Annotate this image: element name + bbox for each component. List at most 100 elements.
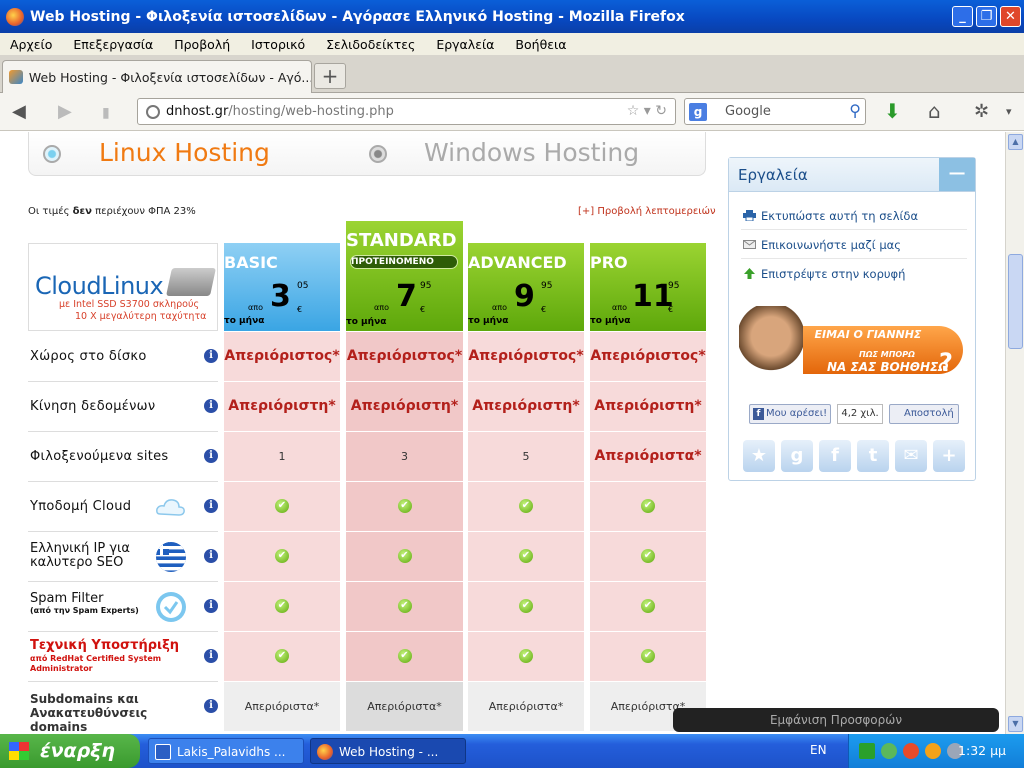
help-promo-banner[interactable]: ΕΙΜΑΙ Ο ΓΙΑΝΝΗΣ ΠΩΣ ΜΠΟΡΩ ΝΑ ΣΑΣ ΒΟΗΘΗΣΩ… — [739, 306, 967, 382]
facebook-send-button[interactable]: Αποστολή — [889, 404, 959, 424]
price-period: το μήνα — [346, 317, 387, 327]
plan-basic-header[interactable]: BASIC απο 3 05 € το μήνα — [224, 243, 340, 331]
linux-radio-icon[interactable] — [43, 145, 61, 163]
scroll-down-icon[interactable]: ▼ — [1008, 716, 1023, 732]
price-integer: 7 — [396, 279, 417, 314]
info-icon[interactable]: i — [204, 399, 218, 413]
favorite-star-icon[interactable]: ★ — [743, 440, 775, 472]
browser-tab[interactable]: Web Hosting - Φιλοξενία ιστοσελίδων - Αγ… — [2, 60, 312, 93]
print-page-link[interactable]: Εκτυπώστε αυτή τη σελίδα — [741, 202, 967, 230]
check-icon: ✔ — [641, 649, 655, 663]
cell-value: Απεριόριστα* — [346, 682, 463, 731]
cell-value: Απεριόριστη* — [346, 382, 463, 431]
info-icon[interactable]: i — [204, 649, 218, 663]
row-cloud: Υποδομή Cloud i ✔ ✔ ✔ ✔ — [28, 482, 708, 532]
check-icon: ✔ — [275, 499, 289, 513]
details-link[interactable]: [+] Προβολή λεπτομερειών — [578, 206, 716, 217]
back-to-top-link[interactable]: Επιστρέψτε στην κορυφή — [741, 260, 967, 288]
menu-chevron-down-icon[interactable]: ▾ — [1006, 105, 1012, 118]
menu-view[interactable]: Προβολή — [174, 37, 230, 52]
taskbar-item-word[interactable]: Lakis_Palavidhs ... — [148, 738, 304, 764]
search-input[interactable]: g Google ⚲ — [684, 98, 866, 125]
new-tab-button[interactable]: + — [314, 63, 346, 89]
start-button[interactable]: έναρξη — [0, 734, 140, 768]
check-icon: ✔ — [397, 549, 412, 563]
menu-help[interactable]: Βοήθεια — [515, 37, 566, 52]
vertical-scrollbar[interactable]: ▲ ▼ — [1005, 132, 1024, 734]
google-plus-icon[interactable]: g — [781, 440, 813, 472]
tray-network-icon[interactable] — [881, 743, 897, 759]
facebook-like-button[interactable]: Μου αρέσει! — [749, 404, 831, 424]
tab-windows-hosting[interactable]: Windows Hosting — [424, 138, 639, 167]
check-icon: ✔ — [519, 499, 533, 513]
check-icon: ✔ — [397, 649, 412, 663]
tray-update-icon[interactable] — [925, 743, 941, 759]
check-icon: ✔ — [641, 549, 655, 563]
menu-bookmarks[interactable]: Σελιδοδείκτες — [326, 37, 415, 52]
taskbar-item-firefox[interactable]: Web Hosting - ... — [310, 738, 466, 764]
plan-advanced-header[interactable]: ADVANCED απο 9 95 € το μήνα — [468, 243, 584, 331]
info-icon[interactable]: i — [204, 599, 218, 613]
twitter-icon[interactable]: t — [857, 440, 889, 472]
printer-icon — [743, 210, 756, 221]
menu-file[interactable]: Αρχείο — [10, 37, 52, 52]
maximize-button[interactable]: ❐ — [976, 6, 997, 27]
spam-filter-icon — [156, 592, 186, 622]
price-from: απο — [248, 303, 263, 312]
price-decimal: 95 — [541, 281, 553, 291]
plan-pro-header[interactable]: PRO απο 11 95 € το μήνα — [590, 243, 706, 331]
tray-antivirus-icon[interactable] — [903, 743, 919, 759]
addon-icon[interactable]: ✲ — [974, 101, 989, 122]
check-icon: ✔ — [519, 549, 533, 563]
tab-linux-hosting[interactable]: Linux Hosting — [99, 138, 270, 167]
cell-value: Απεριόριστος* — [590, 332, 706, 381]
check-icon: ✔ — [397, 599, 412, 613]
url-bar[interactable]: dnhost.gr/hosting/web-hosting.php ☆ ▾ ↻ — [137, 98, 676, 125]
plan-name: BASIC — [224, 253, 278, 272]
price-decimal: 05 — [297, 281, 309, 291]
menu-edit[interactable]: Επεξεργασία — [73, 37, 153, 52]
price-currency: € — [668, 305, 674, 314]
navigation-bar: ◀ ▶ ▮ dnhost.gr/hosting/web-hosting.php … — [0, 93, 1024, 131]
download-arrow-icon[interactable]: ⬇ — [884, 99, 901, 123]
check-icon: ✔ — [397, 499, 412, 513]
menu-history[interactable]: Ιστορικό — [251, 37, 305, 52]
info-icon[interactable]: i — [204, 699, 218, 713]
contact-link[interactable]: Επικοινωνήστε μαζί μας — [741, 231, 967, 259]
cloudlinux-speed-line: 10 X μεγαλύτερη ταχύτητα — [75, 311, 207, 322]
forward-arrow-icon[interactable]: ▶ — [58, 101, 72, 122]
facebook-icon[interactable]: f — [819, 440, 851, 472]
row-disk-space: Χώρος στο δίσκο i Απεριόριστος* Απεριόρι… — [28, 332, 708, 382]
windows-radio-icon[interactable] — [369, 145, 387, 163]
show-offers-bar[interactable]: Εμφάνιση Προσφορών — [673, 708, 999, 732]
avatar — [739, 306, 803, 382]
info-icon[interactable]: i — [204, 449, 218, 463]
menu-tools[interactable]: Εργαλεία — [436, 37, 494, 52]
email-icon[interactable]: ✉ — [895, 440, 927, 472]
row-sublabel: από RedHat Certified System Administrato… — [30, 654, 162, 673]
scroll-thumb[interactable] — [1008, 254, 1023, 349]
cell-check: ✔ — [224, 632, 340, 681]
cloud-icon — [156, 499, 185, 516]
cell-check: ✔ — [468, 532, 584, 581]
info-icon[interactable]: i — [204, 499, 218, 513]
close-button[interactable]: ✕ — [1000, 6, 1021, 27]
info-icon[interactable]: i — [204, 349, 218, 363]
google-icon[interactable]: g — [689, 103, 707, 121]
language-indicator[interactable]: EN — [810, 743, 827, 757]
info-icon[interactable]: i — [204, 549, 218, 563]
cell-check: ✔ — [468, 582, 584, 631]
search-icon[interactable]: ⚲ — [849, 101, 861, 120]
scroll-up-icon[interactable]: ▲ — [1008, 134, 1023, 150]
collapse-button[interactable]: − — [939, 158, 975, 191]
bookmark-star-icon[interactable]: ☆ ▾ ↻ — [627, 103, 667, 119]
home-icon[interactable]: ⌂ — [928, 99, 941, 123]
back-arrow-icon[interactable]: ◀ — [12, 101, 26, 122]
greek-flag-icon — [156, 542, 186, 572]
minimize-button[interactable]: _ — [952, 6, 973, 27]
tray-green-icon[interactable] — [859, 743, 875, 759]
row-spam-filter: Spam Filter (από την Spam Experts) i ✔ ✔… — [28, 582, 708, 632]
plan-standard-header[interactable]: STANDARD ΠΡΟΤΕΙΝΟΜΕΝΟ απο 7 95 € το μήνα — [346, 221, 463, 331]
add-share-icon[interactable]: + — [933, 440, 965, 472]
price-decimal: 95 — [420, 281, 432, 291]
